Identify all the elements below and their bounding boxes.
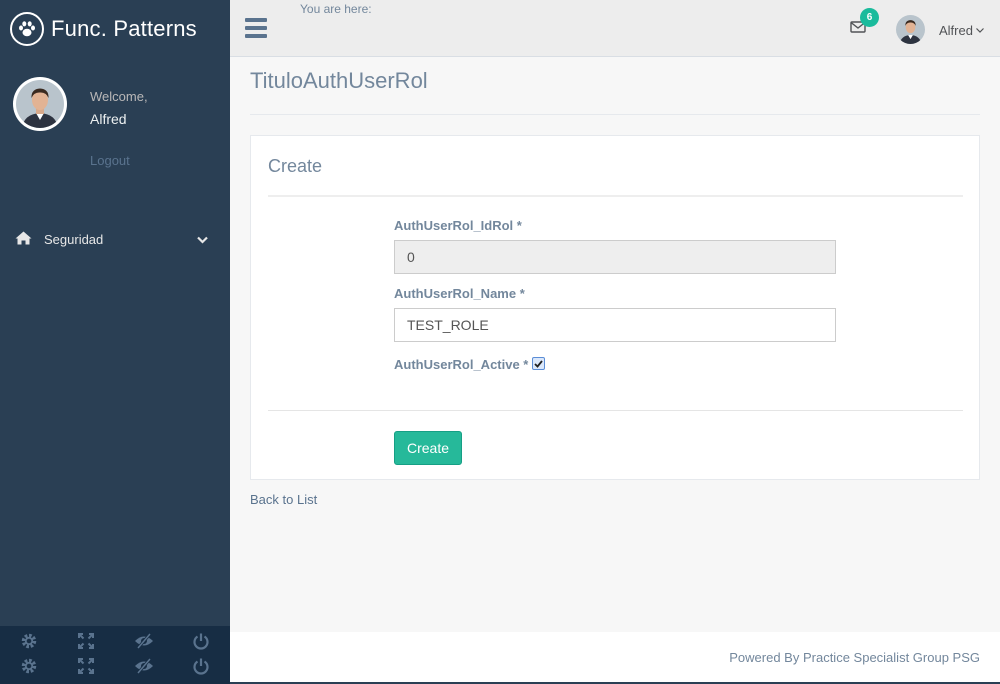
idrol-input[interactable]: 0 — [394, 240, 836, 274]
brand-name: Func. Patterns — [51, 16, 197, 41]
top-navbar: You are here: 6 Alfred — [230, 0, 1000, 57]
active-label: AuthUserRol_Active * — [394, 357, 529, 372]
name-label: AuthUserRol_Name * — [394, 286, 525, 301]
user-menu[interactable]: Alfred — [939, 21, 984, 38]
notification-badge: 6 — [860, 8, 879, 27]
settings-icon[interactable] — [0, 657, 58, 675]
page-title: TituloAuthUserRol — [250, 68, 428, 93]
home-icon — [15, 231, 32, 248]
form-divider — [268, 410, 963, 411]
avatar — [13, 77, 67, 131]
brand-link[interactable]: Func. Patterns — [10, 11, 197, 47]
eye-slash-icon[interactable] — [115, 657, 173, 675]
breadcrumb: You are here: — [300, 2, 372, 16]
fullscreen-icon[interactable] — [58, 632, 116, 650]
footer: Powered By Practice Specialist Group PSG — [230, 632, 1000, 684]
power-icon[interactable] — [173, 657, 231, 675]
idrol-label: AuthUserRol_IdRol * — [394, 218, 522, 233]
back-to-list-link[interactable]: Back to List — [250, 492, 317, 507]
sidebar-footer — [0, 626, 230, 684]
create-button[interactable]: Create — [394, 431, 462, 465]
active-checkbox[interactable] — [532, 357, 545, 370]
paw-icon — [10, 12, 44, 46]
sidebar-item-label: Seguridad — [44, 231, 104, 247]
chevron-down-icon — [197, 232, 208, 247]
welcome-text: Welcome, — [90, 89, 148, 104]
create-panel: Create AuthUserRol_IdRol * 0 AuthUserRol… — [250, 135, 980, 480]
name-input[interactable]: TEST_ROLE — [394, 308, 836, 342]
title-divider — [250, 114, 980, 115]
chevron-down-icon — [976, 21, 984, 36]
menu-toggle-icon[interactable] — [245, 18, 267, 38]
logout-link[interactable]: Logout — [90, 153, 130, 168]
panel-title: Create — [268, 156, 323, 176]
footer-text: Powered By Practice Specialist Group PSG — [729, 650, 980, 665]
sidebar-item-seguridad[interactable]: Seguridad — [0, 224, 230, 254]
panel-divider — [268, 195, 963, 197]
eye-slash-icon[interactable] — [115, 632, 173, 650]
power-icon[interactable] — [173, 632, 231, 650]
user-avatar[interactable] — [896, 15, 925, 44]
user-menu-label: Alfred — [939, 23, 973, 38]
profile-username: Alfred — [90, 111, 127, 127]
fullscreen-icon[interactable] — [58, 657, 116, 675]
sidebar: Func. Patterns Welcome, Alfred Logout Se… — [0, 0, 230, 684]
settings-icon[interactable] — [0, 632, 58, 650]
